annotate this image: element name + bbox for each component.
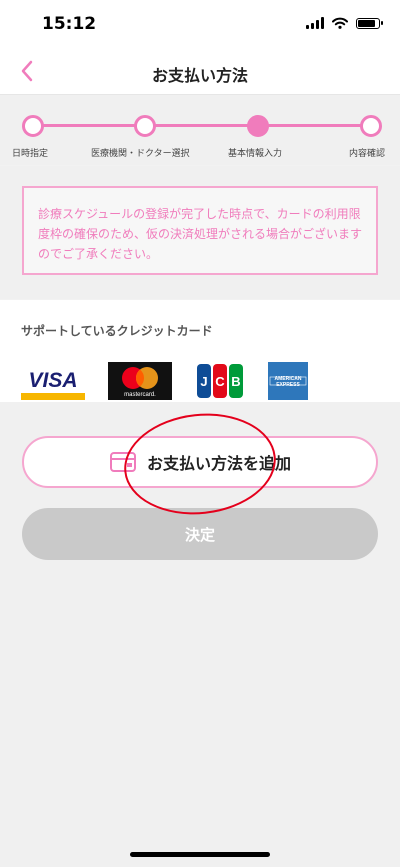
- mastercard-logo: mastercard.: [108, 362, 172, 400]
- payment-notice: 診療スケジュールの登録が完了した時点で、カードの利用限度枠の確保のため、仮の決済…: [22, 186, 378, 275]
- supported-cards-title: サポートしているクレジットカード: [21, 324, 213, 338]
- svg-text:B: B: [231, 374, 240, 389]
- cellular-signal-icon: [306, 17, 324, 29]
- home-indicator: [130, 852, 270, 857]
- add-payment-method-label: お支払い方法を追加: [146, 454, 291, 473]
- page-title: お支払い方法: [151, 66, 248, 85]
- step-dot-1: [22, 115, 44, 137]
- notice-section: 診療スケジュールの登録が完了した時点で、カードの利用限度枠の確保のため、仮の決済…: [0, 166, 400, 299]
- step-label-3: 基本情報入力: [228, 149, 283, 159]
- svg-text:EXPRESS: EXPRESS: [276, 382, 300, 388]
- status-icons: [306, 17, 383, 29]
- progress-stepper: 日時指定 医療機関・ドクター選択 基本情報入力 内容確認: [0, 95, 400, 165]
- step-dot-3: [247, 115, 269, 137]
- svg-text:C: C: [215, 374, 225, 389]
- battery-icon: [356, 17, 383, 29]
- step-label-1: 日時指定: [12, 149, 49, 159]
- stepper-line: [30, 124, 370, 127]
- step-label-2: 医療機関・ドクター選択: [91, 149, 190, 159]
- svg-text:VISA: VISA: [28, 369, 77, 392]
- add-payment-method-button[interactable]: お支払い方法を追加: [22, 436, 378, 488]
- decide-button-label: 決定: [184, 525, 215, 544]
- step-dot-4: [360, 115, 382, 137]
- status-time: 15:12: [42, 14, 97, 34]
- svg-text:J: J: [200, 374, 207, 389]
- svg-text:mastercard.: mastercard.: [124, 392, 156, 398]
- decide-button[interactable]: 決定: [22, 508, 378, 560]
- step-dot-2: [134, 115, 156, 137]
- status-bar: 15:12: [0, 0, 400, 50]
- actions-section: お支払い方法を追加 決定: [0, 402, 400, 867]
- supported-cards-section: サポートしているクレジットカード VISA mastercard. J C B …: [0, 300, 400, 402]
- jcb-logo: J C B: [197, 364, 243, 398]
- navigation-bar: お支払い方法: [0, 50, 400, 95]
- amex-logo: AMERICAN EXPRESS: [268, 362, 308, 400]
- visa-logo: VISA: [21, 362, 85, 400]
- credit-card-icon: [109, 452, 136, 472]
- step-label-4: 内容確認: [349, 149, 386, 159]
- wifi-icon: [332, 17, 348, 29]
